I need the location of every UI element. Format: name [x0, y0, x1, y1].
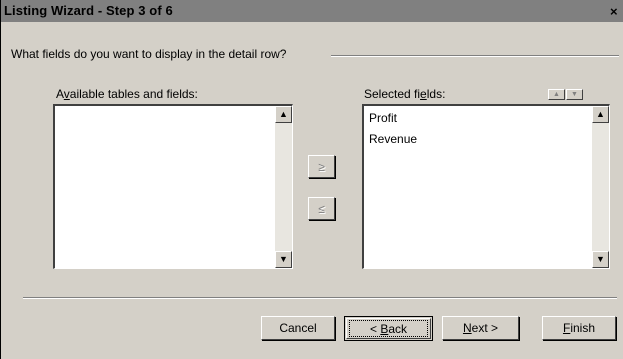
remove-field-button[interactable]: ≤ [308, 197, 335, 220]
title-bar: Listing Wizard - Step 3 of 6 × [1, 0, 623, 22]
cancel-button[interactable]: Cancel [261, 316, 335, 340]
move-up-icon[interactable]: ▲ [548, 89, 565, 100]
finish-button[interactable]: Finish [542, 316, 616, 340]
scroll-up-icon[interactable]: ▲ [592, 106, 609, 123]
close-icon[interactable]: × [610, 4, 623, 19]
list-item[interactable]: Profit [369, 111, 397, 125]
scroll-down-icon[interactable]: ▼ [275, 251, 292, 268]
selected-scrollbar[interactable]: ▲ ▼ [592, 106, 609, 268]
next-button[interactable]: Next > [442, 316, 519, 340]
add-field-button[interactable]: ≥ [308, 155, 335, 178]
scroll-up-icon[interactable]: ▲ [275, 106, 292, 123]
back-button[interactable]: < Back [344, 316, 433, 341]
selected-fields-list[interactable]: Profit Revenue ▲ ▼ [362, 104, 610, 269]
listing-wizard-window: Listing Wizard - Step 3 of 6 × What fiel… [0, 0, 623, 359]
list-item[interactable]: Revenue [369, 132, 417, 146]
available-scrollbar[interactable]: ▲ ▼ [275, 106, 292, 268]
selected-fields-label: Selected fields: [364, 87, 446, 101]
scroll-down-icon[interactable]: ▼ [592, 251, 609, 268]
window-title: Listing Wizard - Step 3 of 6 [4, 3, 173, 18]
detail-row-prompt: What fields do you want to display in th… [11, 47, 287, 61]
group-divider [331, 55, 619, 57]
available-fields-list[interactable]: ▲ ▼ [53, 104, 293, 269]
move-down-icon[interactable]: ▼ [566, 89, 583, 100]
available-fields-label: Available tables and fields: [56, 87, 198, 101]
footer-divider [23, 297, 617, 299]
